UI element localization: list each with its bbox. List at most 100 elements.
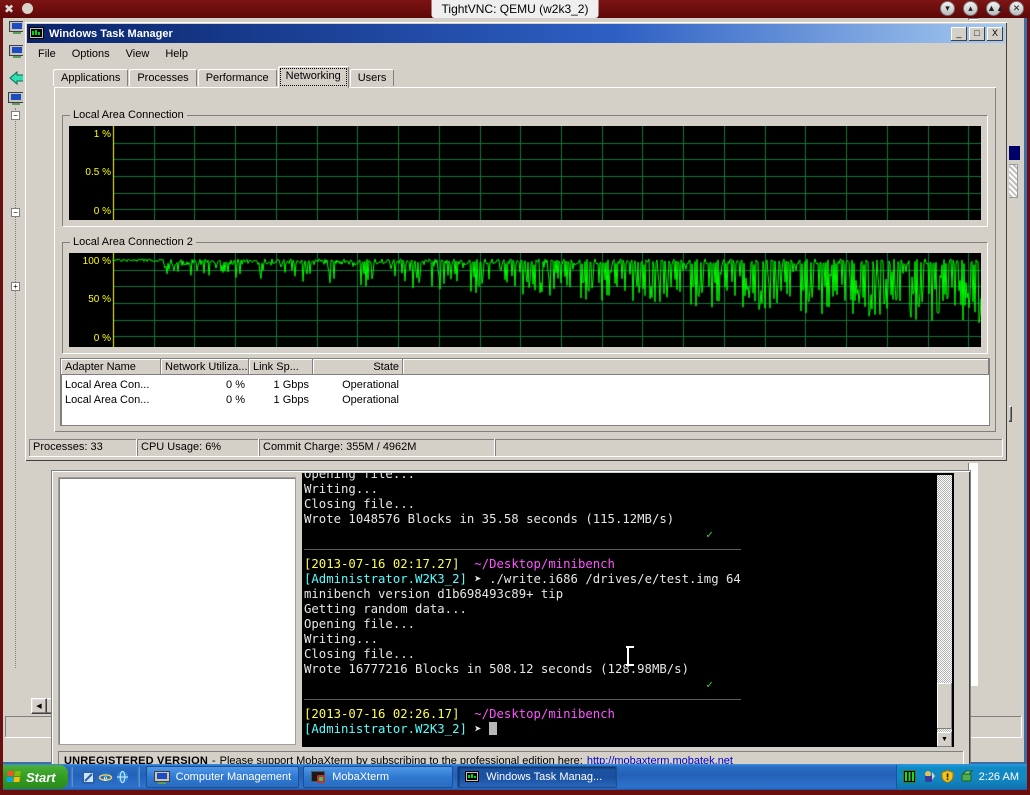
graph-group-lac1: Local Area Connection 1 % 0.5 % 0 %	[62, 109, 988, 227]
network-graph-lac2: 100 % 50 % 0 %	[69, 253, 981, 347]
cell-adapter-name: Local Area Con...	[65, 393, 150, 406]
column-network-utilization[interactable]: Network Utiliza...	[161, 359, 249, 375]
graph2-axis-mid: 50 %	[88, 294, 111, 305]
task-manager-title: Windows Task Manager	[49, 27, 173, 40]
vnc-close-icon[interactable]: ✕	[1009, 1, 1024, 16]
cell-state: Operational	[342, 378, 399, 391]
show-desktop-icon[interactable]	[81, 770, 95, 784]
terminal-scroll-down-button[interactable]: ▼	[937, 732, 952, 747]
adapter-table[interactable]: Adapter Name Network Utiliza... Link Sp.…	[60, 358, 990, 426]
table-row[interactable]: Local Area Con... 0 % 1 Gbps Operational	[61, 392, 989, 407]
graph-group-lac2: Local Area Connection 2 100 % 50 % 0 %	[62, 236, 988, 354]
system-tray: 2:26 AM	[895, 765, 1027, 789]
column-state[interactable]: State	[313, 359, 403, 375]
vnc-restore-icon[interactable]: ▴	[963, 1, 978, 16]
graph2-axis-max: 100 %	[82, 256, 111, 267]
cell-adapter-name: Local Area Con...	[65, 378, 150, 391]
menu-file[interactable]: File	[31, 46, 63, 62]
network-tray-icon[interactable]	[922, 770, 936, 784]
cm-hscroll-left-arrow[interactable]: ◀	[31, 698, 47, 714]
vnc-fullscreen-icon[interactable]: ▲▲	[986, 1, 1005, 16]
status-commit-charge: Commit Charge: 355M / 4962M	[259, 439, 495, 457]
taskbar-item-label: Computer Management	[175, 771, 292, 783]
cm-tree-expander[interactable]: −	[11, 111, 20, 120]
taskbar-item-computer-management[interactable]: Computer Management	[145, 766, 300, 788]
mouse-text-cursor	[626, 646, 634, 666]
column-link-speed[interactable]: Link Sp...	[249, 359, 313, 375]
taskbar-item-task-manager[interactable]: Windows Task Manag...	[457, 766, 618, 788]
quick-launch-bar: e	[75, 765, 135, 789]
tab-networking[interactable]: Networking	[277, 66, 349, 88]
start-label: Start	[26, 769, 56, 785]
status-filler	[495, 439, 1003, 457]
vnc-minimize-icon[interactable]: ▾	[940, 1, 955, 16]
cell-state: Operational	[342, 393, 399, 406]
graph2-axis-min: 0 %	[93, 333, 111, 344]
menu-options[interactable]: Options	[65, 46, 117, 62]
network-graph-lac1: 1 % 0.5 % 0 %	[69, 126, 981, 220]
adapter-table-header: Adapter Name Network Utiliza... Link Sp.…	[61, 359, 989, 375]
mobaxterm-sessions-pane[interactable]	[58, 477, 296, 745]
cell-link-speed: 1 Gbps	[273, 393, 309, 406]
menu-view[interactable]: View	[119, 46, 157, 62]
volume-tray-icon[interactable]	[960, 770, 974, 784]
vnc-title: TightVNC: QEMU (w2k3_2)	[431, 0, 599, 18]
vnc-app-icon: ✖	[4, 2, 15, 16]
taskbar-item-label: MobaXterm	[332, 771, 390, 783]
task-manager-menubar: File Options View Help	[27, 45, 195, 63]
taskmgr-tray-icon[interactable]	[902, 770, 917, 784]
graph1-axis-max: 1 %	[93, 129, 111, 140]
task-manager-status-bar: Processes: 33 CPU Usage: 6% Commit Charg…	[29, 439, 1003, 457]
vnc-viewer-frame: ✖ TightVNC: QEMU (w2k3_2) ▾ ▴ ▲▲ ✕ − − +…	[0, 0, 1030, 795]
svg-text:e: e	[103, 773, 107, 783]
cell-utilization: 0 %	[226, 393, 245, 406]
graph-title-lac2: Local Area Connection 2	[70, 236, 196, 248]
graph1-axis-min: 0 %	[93, 206, 111, 217]
clock[interactable]: 2:26 AM	[979, 771, 1019, 783]
task-manager-tabs: Applications Processes Performance Netwo…	[53, 66, 395, 88]
task-manager-window-buttons: _ □ X	[951, 26, 1003, 41]
start-button[interactable]: Start	[3, 765, 68, 789]
windows-flag-icon	[6, 770, 22, 784]
taskmgr-icon	[465, 770, 480, 784]
vnc-titlebar: ✖ TightVNC: QEMU (w2k3_2) ▾ ▴ ▲▲ ✕	[0, 0, 1030, 18]
cell-utilization: 0 %	[226, 378, 245, 391]
maximize-button[interactable]: □	[969, 26, 985, 41]
taskbar-item-label: Windows Task Manag...	[486, 771, 603, 783]
computer-icon	[153, 770, 170, 784]
networking-tab-panel: Local Area Connection 1 % 0.5 % 0 % Loca…	[53, 86, 997, 433]
internet-explorer-icon[interactable]: e	[98, 770, 112, 784]
vnc-window-buttons: ▾ ▴ ▲▲ ✕	[940, 1, 1024, 16]
terminal-scrollbar-thumb[interactable]	[937, 683, 952, 729]
cell-link-speed: 1 Gbps	[273, 378, 309, 391]
terminal-text: Opening file... Writing... Closing file...…	[304, 473, 741, 736]
graph-title-lac1: Local Area Connection	[70, 109, 187, 121]
close-button[interactable]: X	[987, 26, 1003, 41]
status-cpu-usage: CPU Usage: 6%	[137, 439, 259, 457]
mobaxterm-window[interactable]: Opening file... Writing... Closing file...…	[51, 470, 971, 778]
mobaxterm-icon	[311, 770, 326, 784]
vnc-status-dot	[22, 3, 33, 14]
network-globe-icon[interactable]	[115, 770, 129, 784]
task-manager-window[interactable]: Windows Task Manager _ □ X File Options …	[23, 20, 1009, 463]
menu-help[interactable]: Help	[158, 46, 195, 62]
taskmgr-icon	[29, 26, 45, 41]
column-filler[interactable]	[403, 359, 989, 375]
column-adapter-name[interactable]: Adapter Name	[61, 359, 161, 375]
terminal-output[interactable]: Opening file... Writing... Closing file...…	[302, 473, 954, 747]
shield-tray-icon[interactable]	[941, 769, 955, 784]
quicklaunch-separator	[69, 767, 73, 787]
windows-desktop: − − + ▼ ◀	[3, 18, 1027, 790]
minimize-button[interactable]: _	[951, 26, 967, 41]
terminal-scrollbar[interactable]: ▼	[937, 475, 952, 747]
tasks-separator	[136, 767, 140, 787]
cm-tree-connector	[15, 108, 16, 668]
graph1-axis-mid: 0.5 %	[85, 167, 111, 178]
cm-tree-expander[interactable]: −	[11, 208, 20, 217]
status-processes: Processes: 33	[29, 439, 137, 457]
table-row[interactable]: Local Area Con... 0 % 1 Gbps Operational	[61, 377, 989, 392]
taskbar: Start e Computer Management MobaXterm Wi…	[3, 764, 1027, 790]
cm-tree-expander[interactable]: +	[11, 282, 20, 291]
task-manager-titlebar[interactable]: Windows Task Manager _ □ X	[27, 24, 1005, 43]
taskbar-item-mobaxterm[interactable]: MobaXterm	[303, 766, 454, 788]
